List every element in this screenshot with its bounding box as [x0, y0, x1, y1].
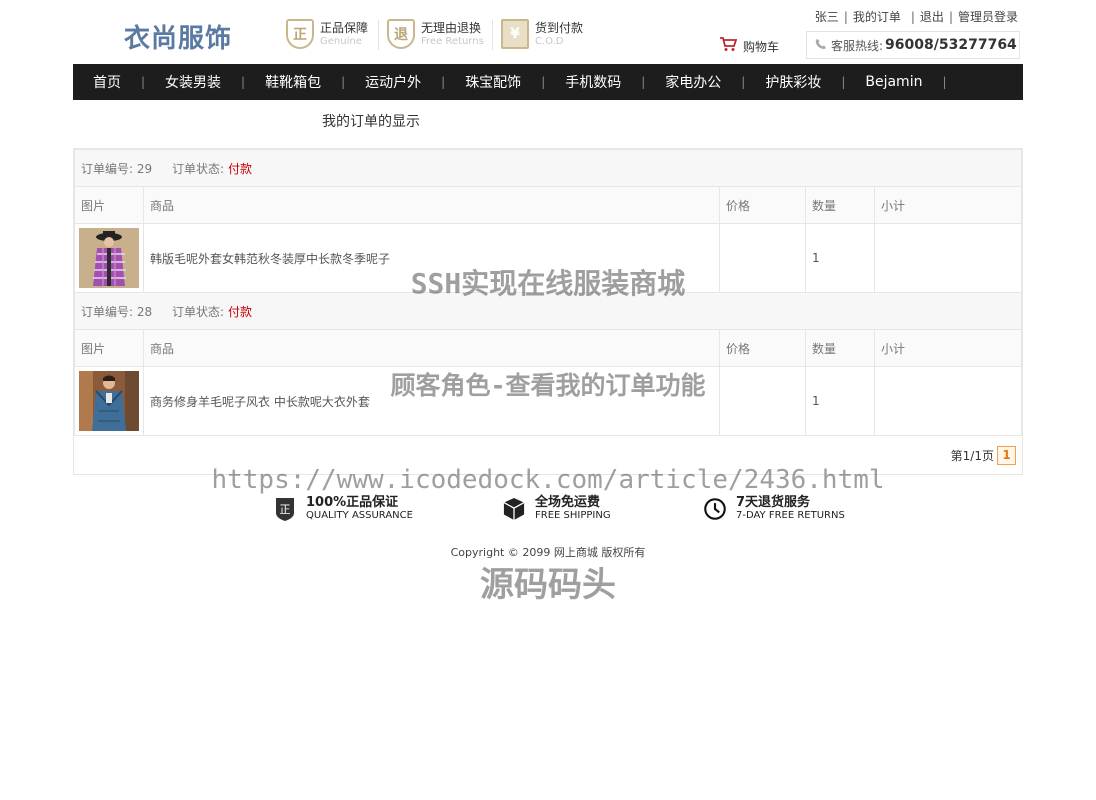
promo-title: 无理由退换: [421, 20, 482, 35]
service-shipping: 全场免运费 FREE SHIPPING: [503, 496, 611, 522]
promo-free-returns: 退 无理由退换 Free Returns: [387, 16, 484, 52]
col-qty: 数量: [805, 329, 875, 367]
service-quality: 正 100%正品保证 QUALITY ASSURANCE: [274, 496, 413, 522]
link-separator: |: [910, 10, 915, 24]
nav-item-appliances[interactable]: 家电办公: [645, 72, 741, 92]
nav-item-apparel[interactable]: 女装男装: [145, 72, 241, 92]
hotline-box: 客服热线: 96008/53277764: [806, 31, 1020, 59]
order-status-label: 订单状态:: [171, 161, 225, 176]
page-button-1[interactable]: 1: [997, 445, 1016, 465]
nav-item-sports[interactable]: 运动户外: [345, 72, 441, 92]
order-status-pay-link[interactable]: 付款: [228, 305, 252, 319]
nav-item-home[interactable]: 首页: [73, 72, 141, 92]
table-header-row: 图片 商品 价格 数量 小计: [74, 186, 1022, 224]
order-number: 订单编号: 28: [81, 304, 153, 319]
col-subtotal: 小计: [874, 186, 1022, 224]
promo-sub: Genuine: [320, 35, 362, 47]
watermark-title: SSH实现在线服装商城: [410, 267, 686, 300]
order-status-pay-link[interactable]: 付款: [228, 162, 252, 176]
nav-item-jewelry[interactable]: 珠宝配饰: [445, 72, 541, 92]
link-separator: |: [948, 10, 953, 24]
page-title: 我的订单的显示: [322, 114, 420, 130]
col-subtotal: 小计: [874, 329, 1022, 367]
service-title: 100%正品保证: [306, 495, 399, 510]
admin-login-link[interactable]: 管理员登录: [958, 10, 1018, 24]
service-sub: QUALITY ASSURANCE: [306, 510, 413, 521]
col-price: 价格: [719, 329, 806, 367]
main-nav: 首页 | 女装男装 | 鞋靴箱包 | 运动户外 | 珠宝配饰 | 手机数码 | 家电办公 | …: [73, 64, 1023, 100]
username-link[interactable]: 张三: [815, 10, 839, 24]
promo-title: 货到付款: [535, 20, 584, 35]
user-links: 张三 | 我的订单 | 退出 | 管理员登录: [815, 8, 1018, 25]
nav-separator: |: [942, 75, 947, 89]
promo-cod: ¥ 货到付款 C.O.D: [501, 16, 583, 52]
service-title: 全场免运费: [535, 495, 601, 510]
order-status-label: 订单状态:: [171, 304, 225, 319]
col-image: 图片: [74, 186, 144, 224]
returns-badge-icon: 退: [387, 19, 415, 49]
cart-label: 购物车: [743, 39, 780, 54]
promo-genuine: 正 正品保障 Genuine: [286, 16, 368, 52]
col-product: 商品: [143, 329, 720, 367]
hotline-number: 96008/53277764: [885, 37, 1017, 53]
watermark-url: https://www.icodedock.com/article/2436.h…: [211, 465, 885, 495]
col-product: 商品: [143, 186, 720, 224]
orders-panel: 订单编号: 29 订单状态: 付款 图片 商品 价格 数量 小计 韩版毛呢外套女…: [73, 148, 1023, 475]
col-price: 价格: [719, 186, 806, 224]
nav-item-digital[interactable]: 手机数码: [545, 72, 641, 92]
promo-divider: [378, 20, 379, 50]
logout-link[interactable]: 退出: [920, 10, 944, 24]
col-qty: 数量: [805, 186, 875, 224]
svg-text:正: 正: [280, 503, 291, 516]
promo-divider: [492, 20, 493, 50]
service-returns: 7天退货服务 7-DAY FREE RETURNS: [704, 496, 845, 522]
promo-sub: Free Returns: [421, 35, 484, 47]
service-sub: 7-DAY FREE RETURNS: [736, 510, 845, 521]
nav-item-bejamin[interactable]: Bejamin: [845, 74, 942, 90]
watermark-subtitle: 顾客角色-查看我的订单功能: [390, 371, 706, 400]
watermark-brand: 源码码头: [480, 565, 616, 605]
nav-item-cosmetics[interactable]: 护肤彩妆: [745, 72, 841, 92]
service-title: 7天退货服务: [736, 495, 811, 510]
link-separator: |: [843, 10, 848, 24]
order-header-row: 订单编号: 29 订单状态: 付款: [74, 149, 1022, 187]
promo-title: 正品保障: [320, 20, 369, 35]
phone-icon: [815, 38, 826, 52]
page-indicator: 第1/1页: [950, 448, 994, 463]
col-image: 图片: [74, 329, 144, 367]
site-logo[interactable]: 衣尚服饰: [124, 18, 232, 55]
clock-icon: [704, 496, 726, 522]
cod-badge-icon: ¥: [501, 19, 529, 49]
genuine-badge-icon: 正: [286, 19, 314, 49]
shield-icon: 正: [274, 496, 296, 522]
cart-link[interactable]: 购物车: [719, 36, 779, 56]
table-header-row: 图片 商品 价格 数量 小计: [74, 329, 1022, 367]
cart-icon: [719, 36, 738, 56]
promo-sub: C.O.D: [535, 35, 564, 47]
hotline-label: 客服热线:: [831, 38, 884, 53]
box-icon: [503, 496, 525, 522]
order-number: 订单编号: 29: [81, 161, 153, 176]
page-frame: 衣尚服饰 正 正品保障 Genuine 退 无理由退换 Free Returns…: [0, 0, 1096, 800]
my-orders-link[interactable]: 我的订单: [853, 10, 901, 24]
nav-item-shoes-bags[interactable]: 鞋靴箱包: [245, 72, 341, 92]
service-sub: FREE SHIPPING: [535, 510, 611, 521]
